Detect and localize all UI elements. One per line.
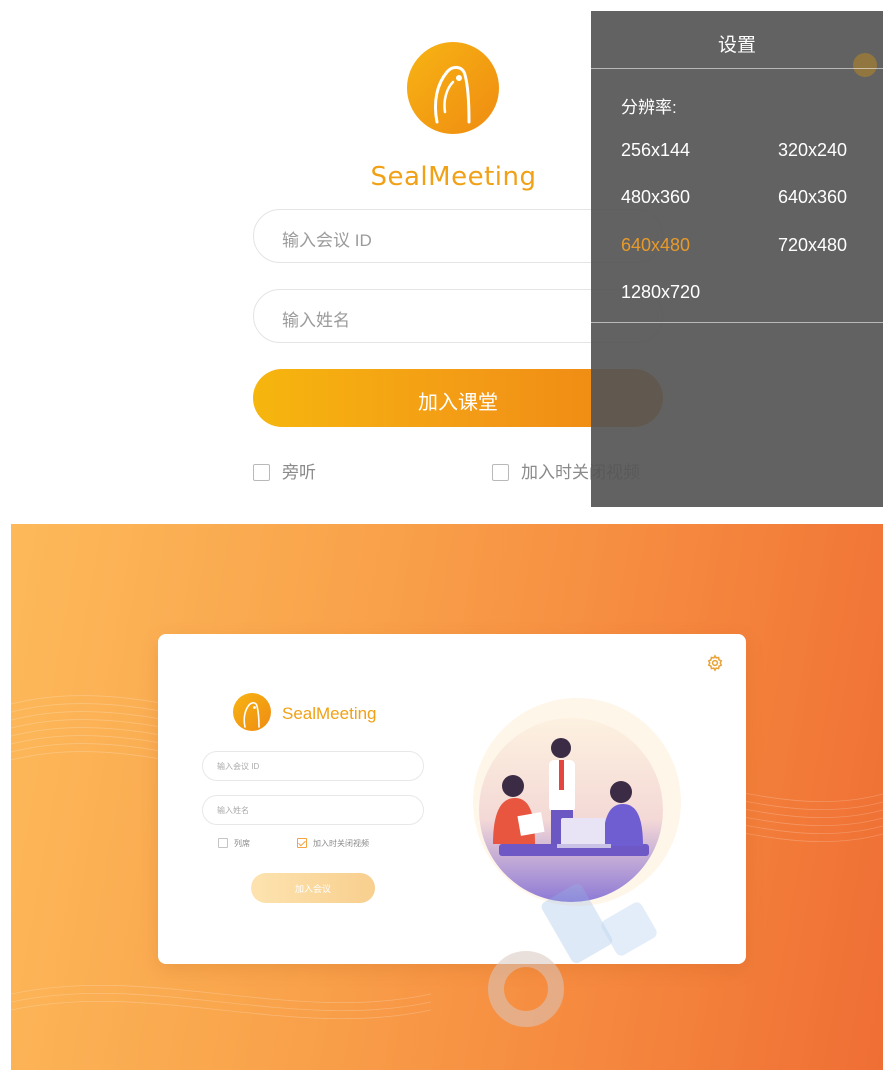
listen-only-checkbox[interactable]: 旁听 [253,458,316,483]
seal-logo-icon [407,42,499,134]
resolution-option[interactable]: 480x360 [621,187,690,208]
resolution-option[interactable]: 640x360 [778,187,847,208]
resolution-option[interactable]: 1280x720 [621,282,700,303]
brand-name: SealMeeting [370,162,537,192]
desktop-login-screen: SealMeeting 输入会议 ID 输入姓名 列席 加入时关闭视频 加入会议 [11,524,883,1070]
rongcloud-watermark [488,883,657,1027]
divider [591,68,883,69]
meeting-id-placeholder: 输入会议 ID [217,762,260,771]
join-meeting-button[interactable]: 加入会议 [251,873,375,903]
name-input[interactable]: 输入姓名 [202,795,424,825]
divider [591,322,883,323]
listen-only-label: 列席 [234,839,250,848]
checkbox-box-checked[interactable] [297,838,307,848]
join-meeting-label: 加入会议 [294,884,331,894]
checkbox-box[interactable] [218,838,228,848]
gear-icon[interactable] [706,654,724,672]
close-video-checkbox[interactable]: 加入时关闭视频 [297,838,369,849]
resolution-option-selected[interactable]: 640x480 [621,235,690,256]
settings-panel: 设置 分辨率: 256x144 320x240 480x360 640x360 … [591,11,883,507]
listen-only-checkbox[interactable]: 列席 [218,838,250,849]
resolution-option[interactable]: 256x144 [621,140,690,161]
mobile-login-screen: SealMeeting 输入会议 ID 输入姓名 加入课堂 旁听 加入时关闭视频… [0,0,883,512]
seal-logo-icon [233,693,271,731]
name-placeholder: 输入姓名 [282,311,350,330]
checkbox-box[interactable] [253,464,270,481]
meeting-id-input[interactable]: 输入会议 ID [202,751,424,781]
resolution-option[interactable]: 720x480 [778,235,847,256]
resolution-option[interactable]: 320x240 [778,140,847,161]
meeting-id-placeholder: 输入会议 ID [282,231,372,250]
listen-only-label: 旁听 [282,463,316,482]
name-placeholder: 输入姓名 [217,806,249,815]
brand-name: SealMeeting [282,704,377,723]
checkbox-box[interactable] [492,464,509,481]
close-video-label: 加入时关闭视频 [313,839,369,848]
settings-title: 设置 [717,35,756,56]
resolution-label: 分辨率: [621,98,677,117]
